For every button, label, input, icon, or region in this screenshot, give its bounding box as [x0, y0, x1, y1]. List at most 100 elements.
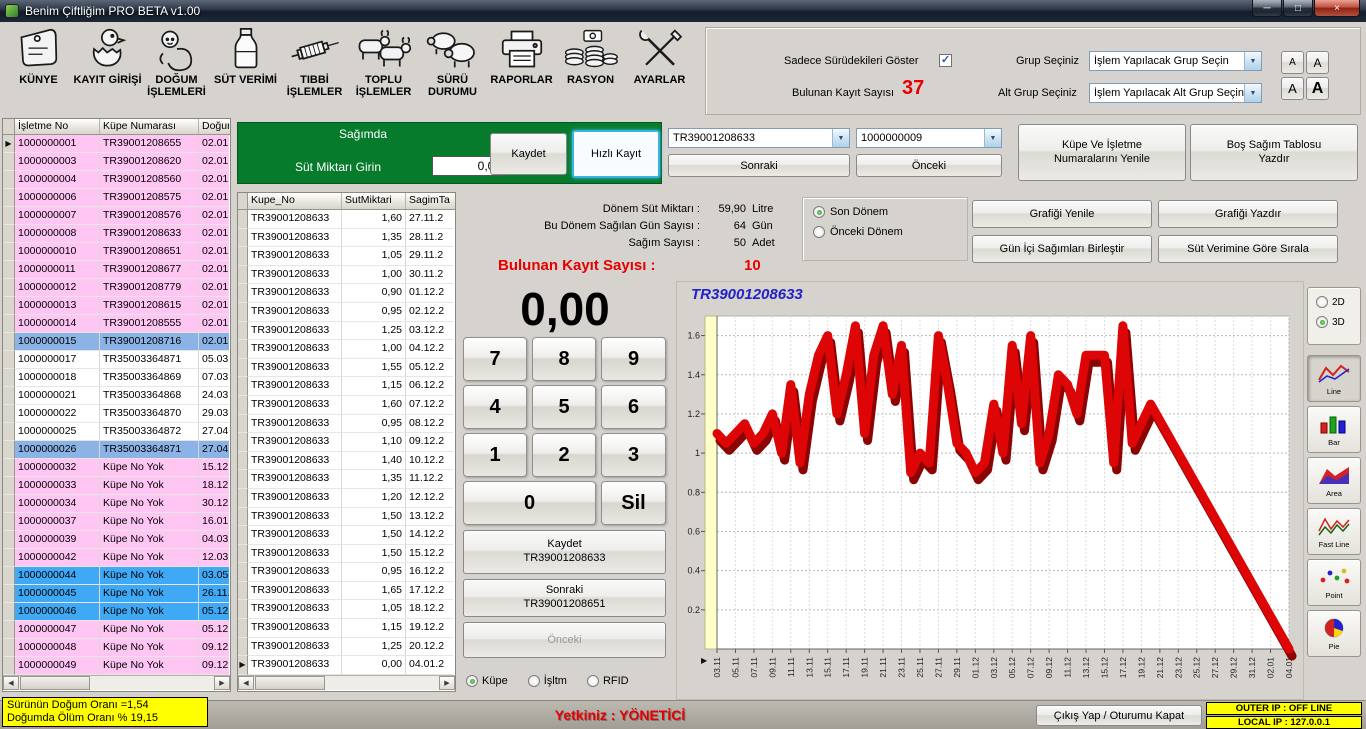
radio-icon[interactable] [466, 675, 478, 687]
milk-row[interactable]: TR390012086330,9508.12.2 [238, 415, 455, 434]
animal-row[interactable]: 1000000004TR3900120856002.01.2 [3, 171, 230, 189]
scroll-right-icon[interactable]: ▶ [439, 676, 455, 690]
milk-column-header[interactable]: SagimTa [406, 193, 453, 209]
quick-save-button[interactable]: Hızlı Kayıt [572, 130, 660, 178]
show-only-herd-checkbox[interactable] [939, 54, 952, 67]
chart-button-1[interactable]: Grafiği Yazdır [1158, 200, 1338, 228]
chart-type-line[interactable]: Line [1307, 355, 1361, 402]
animal-row[interactable]: 1000000011TR3900120867702.01.2 [3, 261, 230, 279]
chevron-down-icon[interactable]: ▼ [984, 129, 1001, 147]
animal-grid-hscrollbar[interactable]: ◀▶ [3, 675, 230, 690]
milk-grid-hscrollbar[interactable]: ◀▶ [238, 675, 455, 690]
milk-column-header[interactable]: SutMiktari [342, 193, 406, 209]
toolbar-item-süt-veri̇mi̇[interactable]: SÜT VERİMİ [211, 24, 280, 116]
numpad-save-button[interactable]: KaydetTR39001208633 [463, 530, 666, 574]
period-option[interactable]: Son Dönem [813, 206, 967, 218]
print-empty-table-button[interactable]: Boş Sağım Tablosu Yazdır [1190, 124, 1358, 181]
animal-row[interactable]: 1000000042Küpe No Yok12.03.2 [3, 549, 230, 567]
dimension-option[interactable]: 3D [1316, 316, 1360, 328]
milk-row[interactable]: TR390012086331,3528.11.2 [238, 229, 455, 248]
animal-row[interactable]: 1000000044Küpe No Yok03.05.2 [3, 567, 230, 585]
toolbar-item-kayit-gi̇ri̇şi̇[interactable]: KAYIT GİRİŞİ [73, 24, 142, 116]
chart-button-0[interactable]: Grafiği Yenile [972, 200, 1152, 228]
animal-row[interactable]: 1000000048Küpe No Yok09.12.2 [3, 639, 230, 657]
numpad-key-7[interactable]: 7 [463, 337, 527, 381]
animal-row[interactable]: 1000000021TR3500336486824.03.2 [3, 387, 230, 405]
toolbar-item-raporlar[interactable]: RAPORLAR [487, 24, 556, 116]
font-size-button-3[interactable]: A [1306, 77, 1329, 100]
font-size-button-1[interactable]: A [1306, 51, 1329, 74]
milk-row[interactable]: TR390012086331,5015.12.2 [238, 545, 455, 564]
scroll-left-icon[interactable]: ◀ [3, 676, 19, 690]
milk-row[interactable]: TR390012086330,9001.12.2 [238, 284, 455, 303]
animal-row[interactable]: 1000000015TR3900120871602.01.2 [3, 333, 230, 351]
animal-row[interactable]: 1000000022TR3500336487029.03.2 [3, 405, 230, 423]
chart-type-pie[interactable]: Pie [1307, 610, 1361, 657]
numpad-key-1[interactable]: 1 [463, 433, 527, 477]
group-select[interactable]: İşlem Yapılacak Grup Seçin▼ [1089, 51, 1262, 71]
chart-button-2[interactable]: Gün İçi Sağımları Birleştir [972, 235, 1152, 263]
milk-row[interactable]: TR390012086331,0004.12.2 [238, 340, 455, 359]
numpad-key-2[interactable]: 2 [532, 433, 596, 477]
milk-column-header[interactable]: Kupe_No [248, 193, 342, 209]
next-animal-button[interactable]: Sonraki [668, 154, 850, 177]
milk-row[interactable]: TR390012086331,0518.12.2 [238, 600, 455, 619]
milk-row[interactable]: TR390012086331,1506.12.2 [238, 377, 455, 396]
animal-row[interactable]: 1000000014TR3900120855502.01.2 [3, 315, 230, 333]
numpad-key-4[interactable]: 4 [463, 385, 527, 429]
animal-column-header[interactable]: İşletme No [15, 119, 100, 134]
numpad-previous-button[interactable]: Önceki [463, 622, 666, 658]
numpad-key-6[interactable]: 6 [601, 385, 666, 429]
refresh-numbers-button[interactable]: Küpe Ve İşletme Numaralarını Yenile [1018, 124, 1186, 181]
logout-button[interactable]: Çıkış Yap / Oturumu Kapat [1036, 705, 1202, 726]
scroll-right-icon[interactable]: ▶ [214, 676, 230, 690]
animal-row[interactable]: 1000000032Küpe No Yok15.12.2 [3, 459, 230, 477]
animal-row[interactable]: 1000000034Küpe No Yok30.12.2 [3, 495, 230, 513]
chart-type-fast-line[interactable]: Fast Line [1307, 508, 1361, 555]
animal-row[interactable]: 1000000047Küpe No Yok05.12.2 [3, 621, 230, 639]
toolbar-item-tibbi̇-i̇şlemler[interactable]: TIBBİ İŞLEMLER [280, 24, 349, 116]
animal-row[interactable]: 1000000017TR3500336487105.03.2 [3, 351, 230, 369]
numpad-key-8[interactable]: 8 [532, 337, 596, 381]
animal-row[interactable]: 1000000049Küpe No Yok09.12.2 [3, 657, 230, 675]
milk-row[interactable]: ▶TR390012086330,0004.01.2 [238, 656, 455, 675]
dimension-option[interactable]: 2D [1316, 296, 1360, 308]
milk-row[interactable]: TR390012086331,5013.12.2 [238, 508, 455, 527]
milk-row[interactable]: TR390012086330,9516.12.2 [238, 563, 455, 582]
milk-row[interactable]: TR390012086331,5014.12.2 [238, 526, 455, 545]
milk-row[interactable]: TR390012086330,9502.12.2 [238, 303, 455, 322]
period-option[interactable]: Önceki Dönem [813, 226, 967, 238]
radio-icon[interactable] [587, 675, 599, 687]
milk-row[interactable]: TR390012086331,1009.12.2 [238, 433, 455, 452]
close-icon[interactable]: × [1314, 0, 1360, 17]
toolbar-item-künye[interactable]: KÜNYE [4, 24, 73, 116]
font-size-button-2[interactable]: A [1281, 77, 1304, 100]
animal-row[interactable]: 1000000012TR3900120877902.01.2 [3, 279, 230, 297]
milk-row[interactable]: TR390012086331,2012.12.2 [238, 489, 455, 508]
previous-animal-button[interactable]: Önceki [856, 154, 1002, 177]
id-mode-option[interactable]: İşltm [528, 675, 567, 687]
milk-row[interactable]: TR390012086331,5505.12.2 [238, 359, 455, 378]
animal-row[interactable]: 1000000045Küpe No Yok26.11.2 [3, 585, 230, 603]
radio-icon[interactable] [1316, 296, 1328, 308]
animal-row[interactable]: 1000000026TR3500336487127.04.2 [3, 441, 230, 459]
radio-icon[interactable] [813, 226, 825, 238]
milking-save-button[interactable]: Kaydet [490, 133, 567, 175]
milk-row[interactable]: TR390012086331,2503.12.2 [238, 322, 455, 341]
animal-row[interactable]: 1000000033Küpe No Yok18.12.2 [3, 477, 230, 495]
animal-row[interactable]: 1000000003TR3900120862002.01.2 [3, 153, 230, 171]
milk-row[interactable]: TR390012086331,3511.12.2 [238, 470, 455, 489]
milk-row[interactable]: TR390012086331,0529.11.2 [238, 247, 455, 266]
chart-type-bar[interactable]: Bar [1307, 406, 1361, 453]
chevron-down-icon[interactable]: ▼ [832, 129, 849, 147]
tag-number-select[interactable]: TR39001208633▼ [668, 128, 850, 148]
animal-row[interactable]: 1000000037Küpe No Yok16.01.2 [3, 513, 230, 531]
radio-icon[interactable] [1316, 316, 1328, 328]
animal-row[interactable]: 1000000025TR3500336487227.04.2 [3, 423, 230, 441]
animal-row[interactable]: 1000000013TR3900120861502.01.2 [3, 297, 230, 315]
toolbar-item-sürü-durumu[interactable]: SÜRÜ DURUMU [418, 24, 487, 116]
id-mode-option[interactable]: Küpe [466, 675, 508, 687]
chart-type-point[interactable]: Point [1307, 559, 1361, 606]
animal-row[interactable]: 1000000007TR3900120857602.01.2 [3, 207, 230, 225]
milk-row[interactable]: TR390012086331,6007.12.2 [238, 396, 455, 415]
